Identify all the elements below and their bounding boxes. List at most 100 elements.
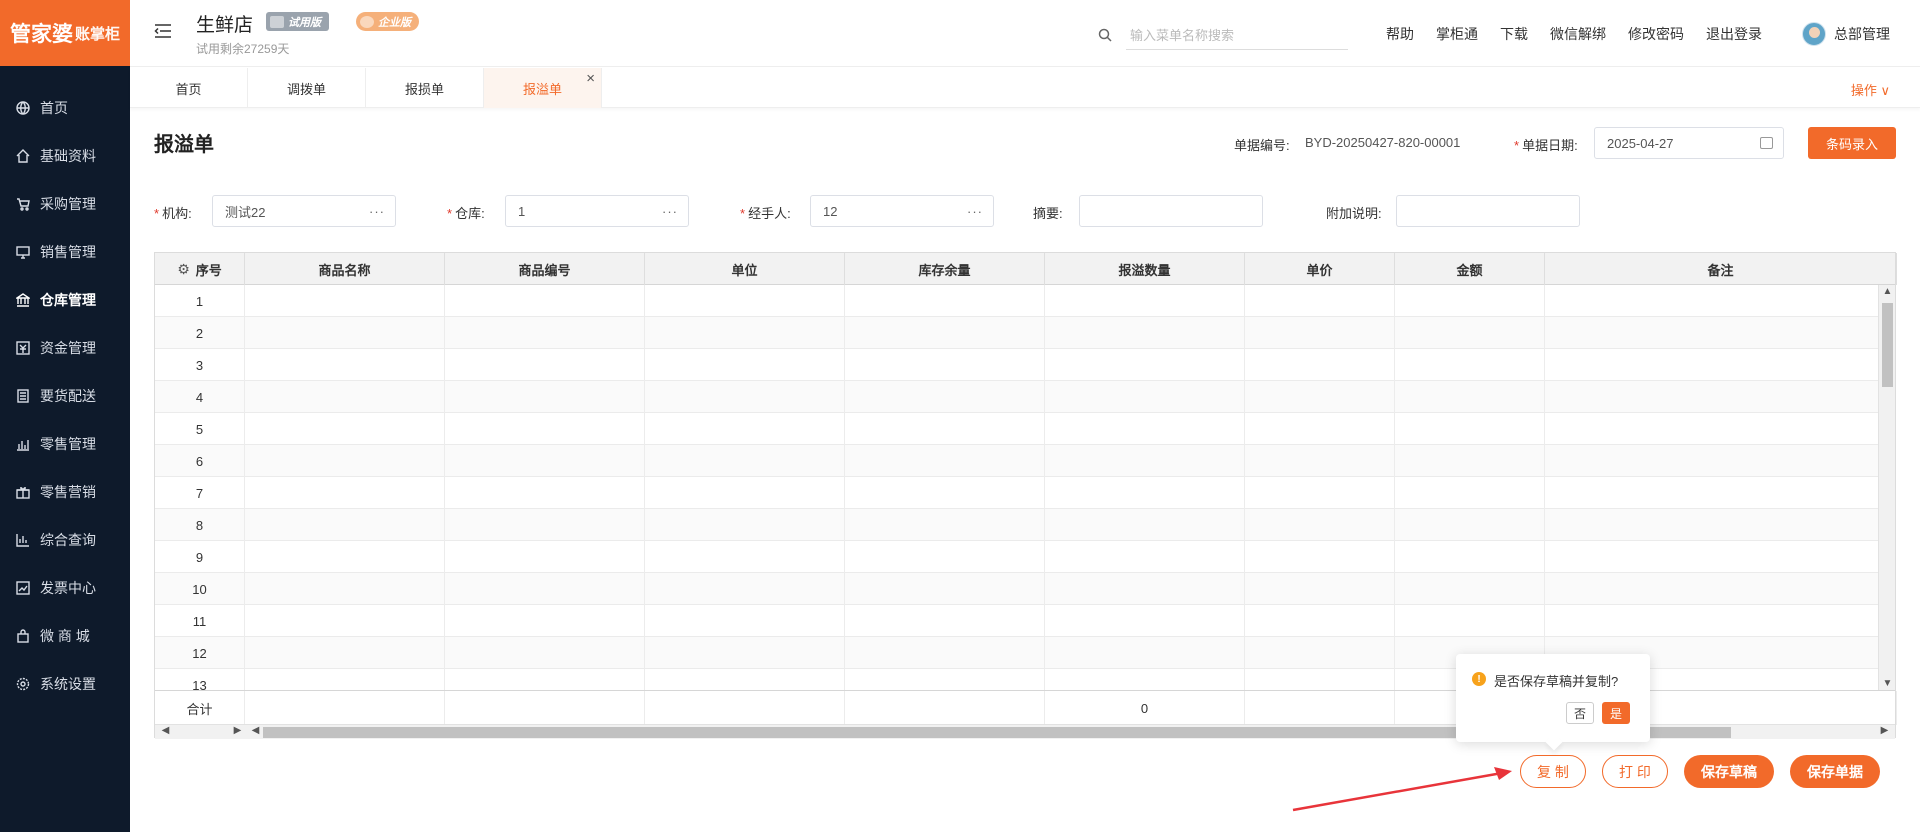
table-cell[interactable] bbox=[245, 317, 445, 349]
table-cell[interactable] bbox=[645, 605, 845, 637]
table-cell[interactable] bbox=[445, 413, 645, 445]
table-cell[interactable] bbox=[645, 509, 845, 541]
table-row[interactable]: 10 bbox=[155, 573, 1878, 605]
table-cell[interactable] bbox=[645, 669, 845, 690]
org-field[interactable]: 测试22 ··· bbox=[212, 195, 396, 227]
table-cell[interactable] bbox=[1245, 573, 1395, 605]
popover-no-button[interactable]: 否 bbox=[1566, 702, 1594, 724]
scroll-left-icon[interactable]: ◀ bbox=[247, 725, 264, 736]
table-cell[interactable] bbox=[845, 413, 1045, 445]
table-cell[interactable] bbox=[245, 381, 445, 413]
table-cell[interactable] bbox=[845, 573, 1045, 605]
sidebar-item-home[interactable]: 首页 bbox=[0, 84, 130, 132]
scroll-up-icon[interactable]: ▲ bbox=[1879, 286, 1896, 297]
warehouse-field[interactable]: 1 ··· bbox=[505, 195, 689, 227]
table-cell[interactable] bbox=[845, 477, 1045, 509]
table-cell[interactable] bbox=[645, 541, 845, 573]
save-document-button[interactable]: 保存单据 bbox=[1790, 755, 1880, 788]
table-cell[interactable] bbox=[645, 413, 845, 445]
table-cell[interactable] bbox=[445, 381, 645, 413]
sidebar-item-settings[interactable]: 系统设置 bbox=[0, 660, 130, 708]
table-cell[interactable] bbox=[645, 445, 845, 477]
table-cell[interactable] bbox=[245, 669, 445, 690]
table-cell[interactable] bbox=[1045, 317, 1245, 349]
table-cell[interactable] bbox=[1045, 413, 1245, 445]
link-change-password[interactable]: 修改密码 bbox=[1628, 24, 1684, 44]
table-cell[interactable] bbox=[1045, 285, 1245, 317]
table-cell[interactable] bbox=[445, 669, 645, 690]
sidebar-item-query[interactable]: 综合查询 bbox=[0, 516, 130, 564]
table-cell[interactable] bbox=[645, 317, 845, 349]
print-button[interactable]: 打 印 bbox=[1602, 755, 1668, 788]
table-cell[interactable] bbox=[445, 285, 645, 317]
table-cell[interactable] bbox=[445, 509, 645, 541]
scroll-right-icon[interactable]: ▶ bbox=[229, 725, 246, 736]
link-help[interactable]: 帮助 bbox=[1386, 24, 1414, 44]
table-cell[interactable] bbox=[1395, 285, 1545, 317]
table-cell[interactable] bbox=[845, 381, 1045, 413]
search-icon[interactable] bbox=[1098, 28, 1112, 42]
table-cell[interactable] bbox=[845, 285, 1045, 317]
table-cell[interactable] bbox=[245, 509, 445, 541]
sidebar-item-funds[interactable]: 资金管理 bbox=[0, 324, 130, 372]
table-cell[interactable] bbox=[1045, 573, 1245, 605]
sidebar-item-purchase[interactable]: 采购管理 bbox=[0, 180, 130, 228]
table-cell[interactable] bbox=[245, 637, 445, 669]
table-row[interactable]: 7 bbox=[155, 477, 1878, 509]
table-cell[interactable] bbox=[1395, 381, 1545, 413]
table-cell[interactable] bbox=[645, 637, 845, 669]
table-cell[interactable] bbox=[1245, 413, 1395, 445]
table-row[interactable]: 2 bbox=[155, 317, 1878, 349]
tab-loss-report[interactable]: 报损单 bbox=[366, 68, 484, 108]
table-cell[interactable] bbox=[1395, 349, 1545, 381]
table-cell[interactable] bbox=[845, 637, 1045, 669]
sidebar-item-distribution[interactable]: 要货配送 bbox=[0, 372, 130, 420]
vertical-scrollbar[interactable]: ▲ ▼ bbox=[1878, 285, 1895, 690]
sidebar-item-marketing[interactable]: 零售营销 bbox=[0, 468, 130, 516]
table-cell[interactable] bbox=[1045, 605, 1245, 637]
search-input[interactable] bbox=[1126, 28, 1348, 43]
sidebar-item-basic-data[interactable]: 基础资料 bbox=[0, 132, 130, 180]
table-cell[interactable] bbox=[1245, 605, 1395, 637]
sidebar-item-retail[interactable]: 零售管理 bbox=[0, 420, 130, 468]
doc-date-field[interactable]: 2025-04-27 bbox=[1594, 127, 1784, 159]
table-cell[interactable] bbox=[845, 317, 1045, 349]
table-cell[interactable] bbox=[1245, 669, 1395, 690]
link-wechat-unbind[interactable]: 微信解绑 bbox=[1550, 24, 1606, 44]
table-cell[interactable] bbox=[1045, 669, 1245, 690]
more-icon[interactable]: ··· bbox=[662, 204, 678, 219]
table-cell[interactable] bbox=[1245, 317, 1395, 349]
more-icon[interactable]: ··· bbox=[369, 204, 385, 219]
table-cell[interactable] bbox=[1245, 285, 1395, 317]
table-cell[interactable] bbox=[1245, 381, 1395, 413]
table-cell[interactable] bbox=[645, 477, 845, 509]
note-field[interactable] bbox=[1396, 195, 1580, 227]
table-cell[interactable] bbox=[1045, 477, 1245, 509]
table-row[interactable]: 8 bbox=[155, 509, 1878, 541]
table-cell[interactable] bbox=[445, 477, 645, 509]
table-cell[interactable] bbox=[1395, 317, 1545, 349]
table-cell[interactable] bbox=[645, 381, 845, 413]
table-cell[interactable] bbox=[245, 349, 445, 381]
table-cell[interactable] bbox=[1045, 349, 1245, 381]
table-cell[interactable] bbox=[245, 477, 445, 509]
table-cell[interactable] bbox=[445, 445, 645, 477]
sidebar-item-warehouse[interactable]: 仓库管理 bbox=[0, 276, 130, 324]
table-cell[interactable] bbox=[245, 413, 445, 445]
table-cell[interactable] bbox=[1395, 413, 1545, 445]
sidebar-item-mall[interactable]: 微 商 城 bbox=[0, 612, 130, 660]
table-cell[interactable] bbox=[245, 285, 445, 317]
summary-field[interactable] bbox=[1079, 195, 1263, 227]
table-cell[interactable] bbox=[245, 605, 445, 637]
table-cell[interactable] bbox=[1395, 509, 1545, 541]
table-cell[interactable] bbox=[1395, 445, 1545, 477]
tab-home[interactable]: 首页 bbox=[130, 68, 248, 108]
table-cell[interactable] bbox=[1245, 445, 1395, 477]
table-cell[interactable] bbox=[445, 573, 645, 605]
sidebar-item-invoice[interactable]: 发票中心 bbox=[0, 564, 130, 612]
table-cell[interactable] bbox=[1395, 573, 1545, 605]
scroll-left-icon[interactable]: ◀ bbox=[157, 725, 174, 736]
save-draft-button[interactable]: 保存草稿 bbox=[1684, 755, 1774, 788]
menu-fold-icon[interactable] bbox=[154, 22, 172, 40]
user-menu[interactable]: 总部管理 bbox=[1802, 22, 1890, 46]
